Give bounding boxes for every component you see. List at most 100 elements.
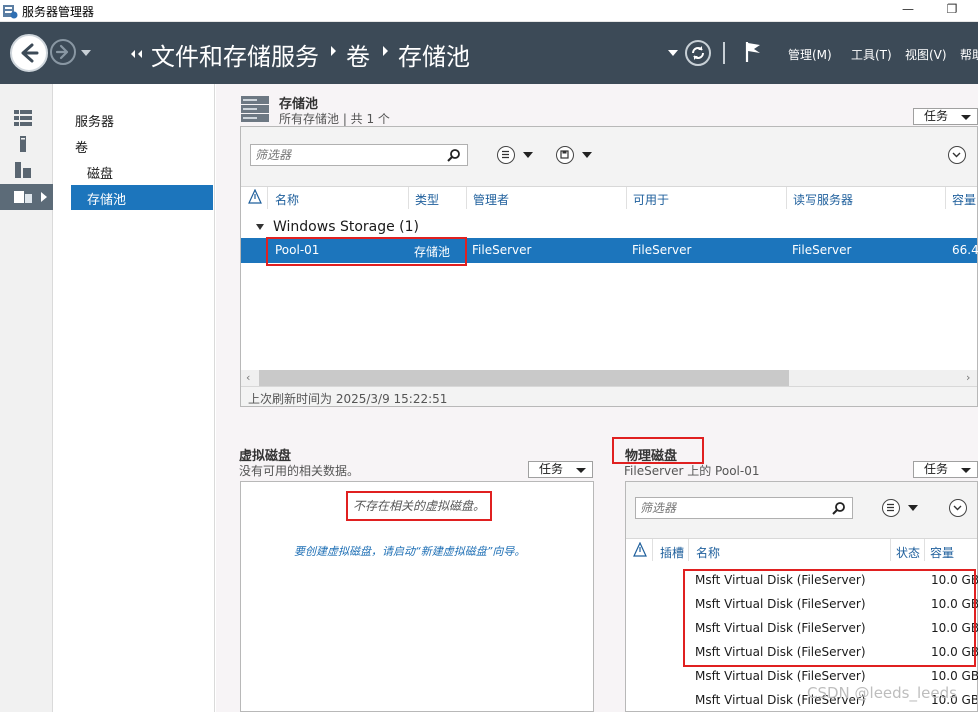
save-query-icon[interactable] bbox=[556, 146, 574, 164]
pdisk-filter-input[interactable]: 筛选器 bbox=[635, 497, 853, 519]
expand-arrow-icon bbox=[41, 192, 47, 202]
file-storage-selected-item[interactable] bbox=[0, 184, 53, 210]
column-separator bbox=[688, 539, 689, 561]
column-separator bbox=[652, 539, 653, 561]
column-separator bbox=[786, 187, 787, 209]
notifications-flag-icon[interactable] bbox=[744, 40, 764, 64]
pool-capacity-cell: 66.4 bbox=[952, 243, 978, 257]
chevron-down-icon bbox=[952, 152, 961, 158]
search-icon[interactable] bbox=[447, 148, 461, 162]
pdisk-panel: 筛选器 插槽 名称 状态 容量 Msft Virtual Disk (FileS… bbox=[625, 481, 978, 712]
column-header-capacity[interactable]: 容量 bbox=[930, 544, 954, 561]
local-server-icon[interactable] bbox=[14, 136, 32, 152]
highlight-box bbox=[612, 437, 704, 464]
column-separator bbox=[890, 539, 891, 561]
column-separator bbox=[626, 187, 627, 209]
subnav-item-pools-label: 存储池 bbox=[87, 193, 127, 208]
pdisk-filter-bar: 筛选器 bbox=[626, 482, 977, 539]
pools-tasks-button[interactable]: 任务 bbox=[913, 108, 978, 125]
breadcrumb-separator-icon bbox=[383, 46, 388, 56]
vdisk-tasks-button[interactable]: 任务 bbox=[528, 461, 593, 478]
pool-available-to-cell: FileServer bbox=[632, 243, 692, 257]
pdisk-tasks-label: 任务 bbox=[924, 462, 949, 476]
column-separator bbox=[945, 187, 946, 209]
pdisk-filter-placeholder: 筛选器 bbox=[640, 501, 677, 515]
highlight-box bbox=[266, 237, 467, 266]
chevron-down-icon[interactable] bbox=[582, 152, 592, 158]
highlight-box bbox=[683, 569, 976, 667]
forward-arrow-icon bbox=[55, 44, 69, 60]
back-button[interactable] bbox=[10, 34, 48, 72]
pool-managed-by-cell: FileServer bbox=[472, 243, 532, 257]
status-bar: 上次刷新时间为 2025/3/9 15:22:51 bbox=[241, 386, 977, 406]
chevron-down-icon[interactable] bbox=[908, 505, 918, 511]
menu-manage[interactable]: 管理(M) bbox=[788, 46, 832, 63]
pdisk-tasks-button[interactable]: 任务 bbox=[913, 461, 978, 478]
scroll-right-icon[interactable]: › bbox=[966, 371, 970, 384]
vdisk-section-subtitle: 没有可用的相关数据。 bbox=[239, 464, 360, 478]
pdisk-section-subtitle: FileServer 上的 Pool-01 bbox=[624, 464, 760, 478]
breadcrumb-dropdown-icon[interactable] bbox=[668, 50, 678, 56]
vdisk-tasks-label: 任务 bbox=[539, 462, 564, 476]
main-content: 存储池 所有存储池 | 共 1 个 任务 筛选器 名称 类型 管理者 可用于 读… bbox=[216, 84, 978, 712]
chevron-down-icon[interactable] bbox=[523, 152, 533, 158]
list-options-icon[interactable] bbox=[882, 499, 900, 517]
column-header-capacity[interactable]: 容量 bbox=[952, 191, 976, 208]
chevron-down-icon bbox=[961, 468, 971, 473]
search-icon[interactable] bbox=[832, 501, 846, 515]
column-header-managed-by[interactable]: 管理者 bbox=[473, 191, 509, 208]
file-services-subnav: 服务器 卷 磁盘 存储池 bbox=[55, 84, 215, 712]
subnav-item-pools[interactable]: 存储池 bbox=[71, 185, 213, 210]
toolbar-divider bbox=[723, 42, 725, 64]
breadcrumb-chevron-icon bbox=[131, 50, 142, 58]
chevron-down-icon bbox=[961, 115, 971, 120]
floppy-icon bbox=[560, 150, 569, 159]
column-separator bbox=[466, 187, 467, 209]
subnav-item-disks[interactable]: 磁盘 bbox=[87, 163, 113, 182]
column-header-type[interactable]: 类型 bbox=[415, 191, 439, 208]
column-header-status[interactable]: 状态 bbox=[896, 544, 920, 561]
column-separator bbox=[267, 187, 268, 209]
subnav-item-volumes[interactable]: 卷 bbox=[75, 137, 88, 156]
expand-collapse-icon[interactable] bbox=[948, 146, 966, 164]
column-header-available-to[interactable]: 可用于 bbox=[633, 191, 669, 208]
subnav-item-servers[interactable]: 服务器 bbox=[75, 111, 114, 130]
column-header-name[interactable]: 名称 bbox=[696, 544, 720, 561]
pools-tasks-label: 任务 bbox=[924, 109, 949, 123]
menu-tools[interactable]: 工具(T) bbox=[851, 46, 892, 63]
restore-button[interactable]: ❐ bbox=[942, 2, 962, 18]
refresh-button[interactable] bbox=[685, 40, 711, 66]
breadcrumb-separator-icon bbox=[331, 46, 336, 56]
back-arrow-icon bbox=[21, 43, 39, 63]
menu-help[interactable]: 帮助 bbox=[960, 46, 978, 63]
column-header-name[interactable]: 名称 bbox=[275, 191, 299, 208]
menu-view[interactable]: 视图(V) bbox=[905, 46, 947, 63]
new-vdisk-wizard-link[interactable]: 要创建虚拟磁盘，请启动“新建虚拟磁盘”向导。 bbox=[294, 543, 525, 559]
breadcrumb-volumes[interactable]: 卷 bbox=[346, 37, 370, 72]
chevron-down-icon bbox=[576, 468, 586, 473]
column-header-rw-server[interactable]: 读写服务器 bbox=[793, 191, 853, 208]
all-servers-icon[interactable] bbox=[14, 162, 32, 178]
warning-column-icon bbox=[633, 542, 647, 557]
chevron-down-icon bbox=[953, 505, 962, 511]
dashboard-icon[interactable] bbox=[14, 110, 32, 126]
highlight-box bbox=[346, 491, 492, 521]
column-separator bbox=[408, 187, 409, 209]
disk-capacity-cell: 10.0 GB bbox=[931, 669, 978, 683]
scroll-left-icon[interactable]: ‹ bbox=[246, 371, 250, 384]
breadcrumb-root[interactable]: 文件和存储服务 bbox=[151, 37, 319, 72]
group-collapse-icon[interactable] bbox=[256, 224, 264, 230]
forward-button[interactable] bbox=[50, 39, 76, 65]
list-options-icon[interactable] bbox=[497, 146, 515, 164]
pools-filter-input[interactable]: 筛选器 bbox=[250, 144, 468, 166]
navigation-bar: 文件和存储服务 卷 存储池 管理(M) 工具(T) 视图(V) 帮助 bbox=[0, 22, 978, 84]
history-dropdown-icon[interactable] bbox=[81, 50, 91, 56]
column-header-slot[interactable]: 插槽 bbox=[660, 544, 684, 561]
scrollbar-thumb[interactable] bbox=[259, 370, 789, 386]
list-icon bbox=[887, 503, 894, 512]
breadcrumb-pools: 存储池 bbox=[398, 43, 470, 71]
minimize-button[interactable]: — bbox=[898, 2, 918, 18]
expand-collapse-icon[interactable] bbox=[949, 499, 967, 517]
file-storage-icon bbox=[14, 191, 32, 203]
group-header[interactable]: Windows Storage (1) bbox=[273, 219, 419, 235]
